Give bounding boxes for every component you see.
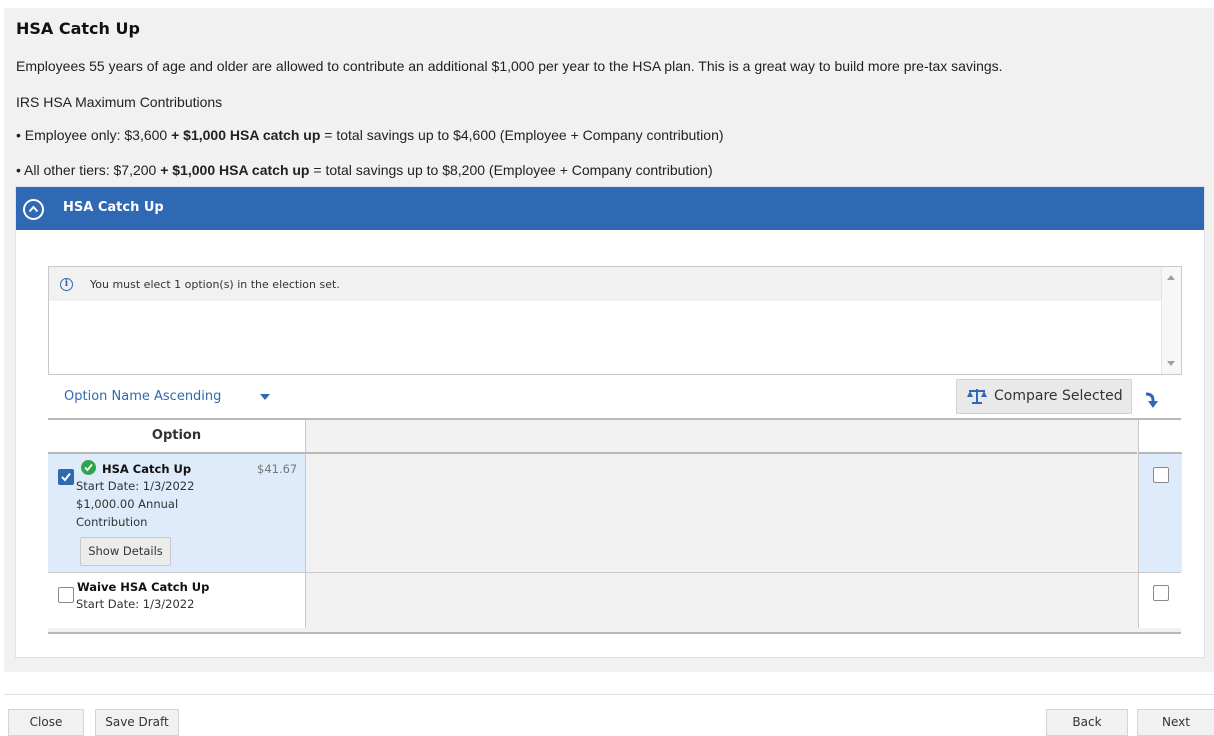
show-details-button[interactable]: Show Details <box>80 537 171 566</box>
limits-heading: IRS HSA Maximum Contributions <box>16 94 223 110</box>
save-draft-button[interactable]: Save Draft <box>95 709 179 736</box>
options-table: Option HSA Catch Up $41.67 Start Date: 1… <box>48 418 1182 634</box>
option-cell: HSA Catch Up $41.67 Start Date: 1/3/2022… <box>48 454 306 572</box>
chevron-up-icon <box>28 205 39 213</box>
limit-line-employee-pre: • Employee only: $3,600 <box>16 127 172 143</box>
limit-line-other-bold: + $1,000 HSA catch up <box>160 162 310 178</box>
message-row: i You must elect 1 option(s) in the elec… <box>49 267 1161 301</box>
scale-icon <box>967 389 987 404</box>
option-checkbox[interactable] <box>58 587 74 603</box>
compare-checkbox[interactable] <box>1153 585 1169 601</box>
section-header: HSA Catch Up <box>16 187 1204 230</box>
limit-line-employee-bold: + $1,000 HSA catch up <box>171 127 321 143</box>
compare-checkbox[interactable] <box>1153 467 1169 483</box>
column-header-compare <box>1138 420 1182 454</box>
option-cell: Waive HSA Catch Up Start Date: 1/3/2022 <box>48 573 306 628</box>
column-header-option: Option <box>48 420 306 454</box>
table-row[interactable]: Waive HSA Catch Up Start Date: 1/3/2022 <box>48 573 1182 628</box>
message-scrollbar[interactable] <box>1161 267 1181 374</box>
info-icon: i <box>60 278 73 291</box>
option-start-date: Start Date: 1/3/2022 <box>76 597 195 611</box>
page-title: HSA Catch Up <box>16 19 140 38</box>
limit-line-other: • All other tiers: $7,200 + $1,000 HSA c… <box>16 162 713 178</box>
section-title: HSA Catch Up <box>63 200 164 215</box>
option-start-date: Start Date: 1/3/2022 <box>76 479 195 493</box>
checkmark-icon <box>61 472 71 482</box>
next-button[interactable]: Next <box>1137 709 1214 736</box>
sort-dropdown[interactable]: Option Name Ascending <box>64 389 221 404</box>
column-header-blank <box>306 420 1137 454</box>
limit-line-other-post: = total savings up to $8,200 (Employee +… <box>309 162 713 178</box>
elected-check-icon <box>81 460 96 475</box>
option-name: Waive HSA Catch Up <box>77 580 210 594</box>
intro-text: Employees 55 years of age and older are … <box>16 58 1003 74</box>
limit-line-other-pre: • All other tiers: $7,200 <box>16 162 161 178</box>
scroll-up-icon[interactable] <box>1167 275 1175 280</box>
option-name: HSA Catch Up <box>102 462 192 476</box>
election-message: You must elect 1 option(s) in the electi… <box>90 278 340 291</box>
option-checkbox[interactable] <box>58 469 74 485</box>
option-price: $41.67 <box>257 462 298 476</box>
caret-down-icon[interactable] <box>260 394 270 400</box>
sort-direction-icon[interactable] <box>1144 391 1160 409</box>
option-amount: $1,000.00 Annual <box>76 497 179 511</box>
footer-divider <box>4 694 1214 695</box>
collapse-button[interactable] <box>23 199 44 220</box>
election-card: HSA Catch Up i You must elect 1 option(s… <box>15 186 1205 658</box>
message-box: i You must elect 1 option(s) in the elec… <box>48 266 1182 375</box>
compare-cell <box>1138 573 1182 628</box>
compare-cell <box>1138 454 1182 572</box>
table-row[interactable]: HSA Catch Up $41.67 Start Date: 1/3/2022… <box>48 454 1182 573</box>
scroll-down-icon[interactable] <box>1167 361 1175 366</box>
compare-selected-label: Compare Selected <box>994 388 1123 404</box>
close-button[interactable]: Close <box>8 709 84 736</box>
limit-line-employee-post: = total savings up to $4,600 (Employee +… <box>320 127 724 143</box>
limit-line-employee: • Employee only: $3,600 + $1,000 HSA cat… <box>16 127 724 143</box>
compare-selected-button[interactable]: Compare Selected <box>956 379 1132 414</box>
option-amount-label: Contribution <box>76 515 148 529</box>
back-button[interactable]: Back <box>1046 709 1128 736</box>
